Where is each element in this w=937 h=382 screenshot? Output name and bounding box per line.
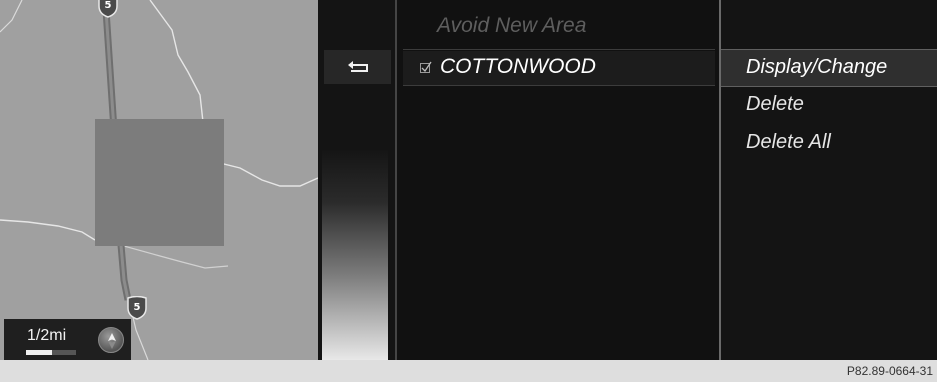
options-menu: Display/Change Delete Delete All bbox=[721, 0, 937, 360]
interstate-shield-icon: 5 bbox=[97, 0, 119, 18]
avoid-new-area-item[interactable]: Avoid New Area bbox=[437, 14, 586, 38]
divider bbox=[403, 49, 715, 50]
shield-number: 5 bbox=[104, 0, 112, 11]
interstate-shield-icon: 5 bbox=[126, 295, 148, 320]
map-scale-box: 1/2mi bbox=[4, 319, 131, 360]
map-view[interactable]: 5 5 1/2mi bbox=[0, 0, 318, 360]
map-scale-bar-fill bbox=[26, 350, 52, 355]
figure-reference: P82.89-0664-31 bbox=[846, 364, 933, 378]
back-arrow-icon bbox=[347, 61, 368, 72]
shield-number: 5 bbox=[133, 302, 141, 313]
scroll-gradient-indicator bbox=[322, 150, 388, 360]
map-scale-bar bbox=[26, 350, 76, 355]
compass-icon[interactable] bbox=[98, 327, 124, 353]
avoid-area-overlay[interactable] bbox=[95, 119, 224, 246]
avoid-area-list: Avoid New Area COTTONWOOD bbox=[395, 0, 721, 360]
list-item-label: COTTONWOOD bbox=[440, 55, 596, 78]
menu-item-label: Delete bbox=[746, 93, 804, 115]
list-item-cottonwood[interactable]: COTTONWOOD bbox=[403, 51, 715, 85]
checkbox-icon[interactable] bbox=[420, 61, 432, 73]
menu-item-display-change[interactable]: Display/Change bbox=[721, 49, 937, 87]
menu-item-label: Display/Change bbox=[746, 56, 888, 78]
side-strip bbox=[318, 0, 395, 360]
menu-item-delete-all[interactable]: Delete All bbox=[721, 125, 937, 163]
navigation-screen: 5 5 1/2mi Avoid New Area COTTONWOOD Disp… bbox=[0, 0, 937, 360]
menu-item-delete[interactable]: Delete bbox=[721, 87, 937, 125]
back-button[interactable] bbox=[324, 50, 391, 84]
divider bbox=[403, 85, 715, 86]
menu-item-label: Delete All bbox=[746, 131, 831, 153]
map-scale-label: 1/2mi bbox=[27, 327, 67, 344]
